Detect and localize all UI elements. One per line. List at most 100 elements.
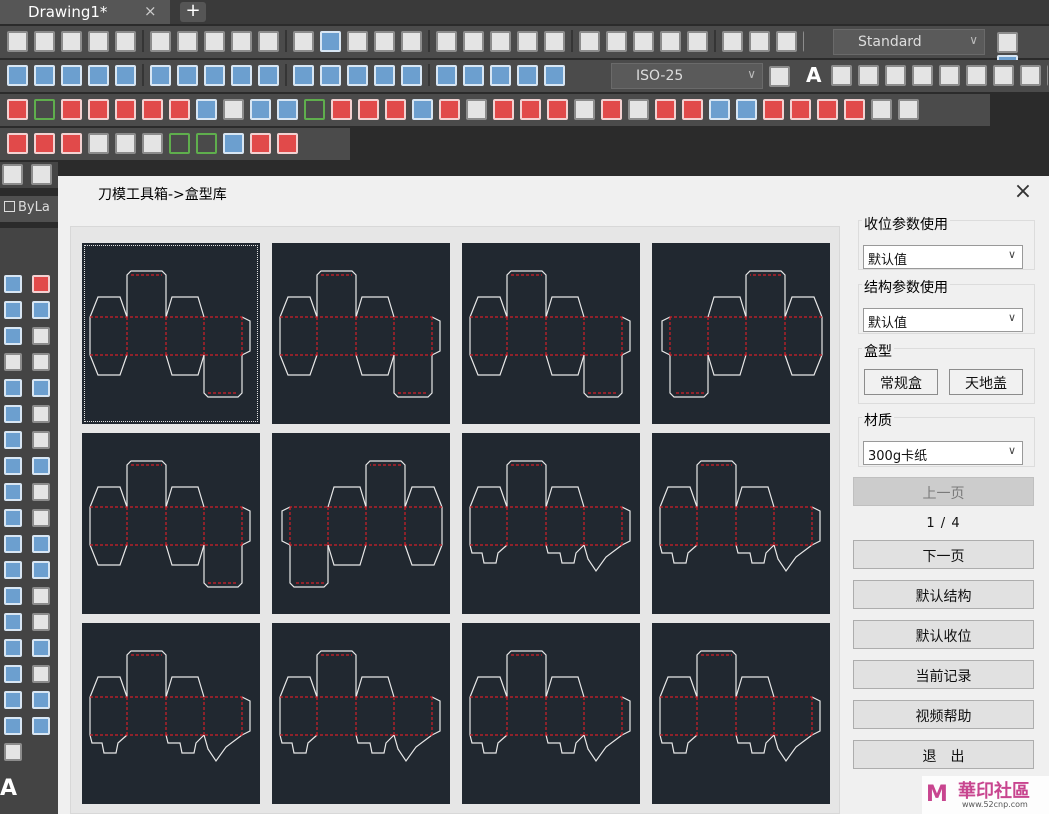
box-tile-lock-bottom-box-2[interactable] bbox=[652, 433, 830, 614]
tool-icon[interactable] bbox=[32, 587, 50, 605]
tool-icon[interactable] bbox=[32, 639, 50, 657]
box-tile-lock-bottom-box-4[interactable] bbox=[272, 623, 450, 804]
tool-icon[interactable] bbox=[749, 31, 770, 52]
tool-icon[interactable] bbox=[142, 99, 163, 120]
tool-icon[interactable] bbox=[231, 65, 252, 86]
box-tile-lock-bottom-box-6[interactable] bbox=[652, 623, 830, 804]
tool-icon[interactable] bbox=[4, 561, 22, 579]
box-tile-tuck-end-box-1[interactable] bbox=[82, 243, 260, 424]
tool-icon[interactable] bbox=[436, 31, 457, 52]
tool-icon[interactable] bbox=[436, 65, 457, 86]
box-tile-tuck-end-box-3[interactable] bbox=[462, 243, 640, 424]
tool-icon[interactable] bbox=[358, 99, 379, 120]
tool-icon[interactable] bbox=[4, 483, 22, 501]
tool-icon[interactable] bbox=[4, 691, 22, 709]
tool-icon[interactable] bbox=[722, 31, 743, 52]
tool-icon[interactable] bbox=[803, 31, 804, 52]
tool-icon[interactable] bbox=[32, 301, 50, 319]
tool-icon[interactable] bbox=[250, 99, 271, 120]
tool-icon[interactable] bbox=[401, 31, 422, 52]
tool-icon[interactable] bbox=[32, 509, 50, 527]
tool-icon[interactable] bbox=[4, 431, 22, 449]
tool-icon[interactable] bbox=[115, 65, 136, 86]
tool-icon[interactable] bbox=[655, 99, 676, 120]
tool-icon[interactable] bbox=[4, 717, 22, 735]
current-record-button[interactable]: 当前记录 bbox=[853, 660, 1034, 689]
tool-icon[interactable] bbox=[32, 327, 50, 345]
tool-icon[interactable] bbox=[466, 99, 487, 120]
box-tile-tuck-end-box-2[interactable] bbox=[272, 243, 450, 424]
video-help-button[interactable]: 视频帮助 bbox=[853, 700, 1034, 729]
tool-icon[interactable] bbox=[34, 133, 55, 154]
tool-icon[interactable] bbox=[858, 65, 879, 86]
tool-icon[interactable] bbox=[817, 99, 838, 120]
dim-style-icon[interactable] bbox=[769, 66, 790, 87]
bulb-icon[interactable] bbox=[31, 164, 53, 185]
tool-icon[interactable] bbox=[32, 275, 50, 293]
tool-icon[interactable] bbox=[871, 99, 892, 120]
next-page-button[interactable]: 下一页 bbox=[853, 540, 1034, 569]
tool-icon[interactable] bbox=[4, 639, 22, 657]
tool-icon[interactable] bbox=[32, 483, 50, 501]
tool-icon[interactable] bbox=[520, 99, 541, 120]
tool-icon[interactable] bbox=[633, 31, 654, 52]
tool-icon[interactable] bbox=[574, 99, 595, 120]
tool-icon[interactable] bbox=[4, 613, 22, 631]
tool-icon[interactable] bbox=[142, 133, 163, 154]
tool-icon[interactable] bbox=[4, 405, 22, 423]
tool-icon[interactable] bbox=[88, 133, 109, 154]
tool-icon[interactable] bbox=[61, 133, 82, 154]
tool-icon[interactable] bbox=[32, 665, 50, 683]
tool-icon[interactable] bbox=[169, 99, 190, 120]
tool-icon[interactable] bbox=[331, 99, 352, 120]
tool-icon[interactable] bbox=[4, 327, 22, 345]
tool-icon[interactable] bbox=[517, 65, 538, 86]
text-style-dropdown[interactable]: Standard ∨ bbox=[833, 29, 985, 55]
tool-icon[interactable] bbox=[517, 31, 538, 52]
tool-icon[interactable] bbox=[4, 457, 22, 475]
tool-icon[interactable] bbox=[463, 65, 484, 86]
default-layout-button[interactable]: 默认收位 bbox=[853, 620, 1034, 649]
tool-icon[interactable] bbox=[277, 99, 298, 120]
layer-manager-icon[interactable] bbox=[2, 164, 23, 185]
tool-icon[interactable] bbox=[412, 99, 433, 120]
tool-icon[interactable] bbox=[966, 65, 987, 86]
tool-icon[interactable] bbox=[939, 65, 960, 86]
prev-page-button[interactable]: 上一页 bbox=[853, 477, 1034, 506]
new-tab-button[interactable]: + bbox=[180, 2, 206, 22]
text-tool-icon[interactable]: A bbox=[0, 776, 17, 801]
lid-box-button[interactable]: 天地盖 bbox=[949, 369, 1023, 395]
tool-icon[interactable] bbox=[223, 133, 244, 154]
tool-icon[interactable] bbox=[32, 379, 50, 397]
text-a-icon[interactable]: A bbox=[806, 63, 821, 87]
tool-icon[interactable] bbox=[709, 99, 730, 120]
tool-icon[interactable] bbox=[347, 31, 368, 52]
material-select[interactable]: 300g卡纸 ∨ bbox=[863, 441, 1023, 465]
tool-icon[interactable] bbox=[463, 31, 484, 52]
tool-icon[interactable] bbox=[204, 31, 225, 52]
tool-icon[interactable] bbox=[61, 31, 82, 52]
tool-icon[interactable] bbox=[547, 99, 568, 120]
tool-icon[interactable] bbox=[293, 65, 314, 86]
tool-icon[interactable] bbox=[628, 99, 649, 120]
tool-icon[interactable] bbox=[490, 31, 511, 52]
tool-icon[interactable] bbox=[177, 31, 198, 52]
tool-icon[interactable] bbox=[196, 133, 217, 154]
box-tile-tuck-end-box-6[interactable] bbox=[272, 433, 450, 614]
tool-icon[interactable] bbox=[293, 31, 314, 52]
tool-icon[interactable] bbox=[544, 31, 565, 52]
tool-icon[interactable] bbox=[439, 99, 460, 120]
regular-box-button[interactable]: 常规盒 bbox=[864, 369, 938, 395]
tool-icon[interactable] bbox=[204, 65, 225, 86]
color-control[interactable]: ByLa bbox=[0, 196, 58, 222]
tool-icon[interactable] bbox=[196, 99, 217, 120]
tool-icon[interactable] bbox=[88, 31, 109, 52]
tool-icon[interactable] bbox=[34, 31, 55, 52]
tool-icon[interactable] bbox=[993, 65, 1014, 86]
tool-icon[interactable] bbox=[4, 587, 22, 605]
tool-icon[interactable] bbox=[4, 379, 22, 397]
tool-icon[interactable] bbox=[912, 65, 933, 86]
tool-icon[interactable] bbox=[374, 31, 395, 52]
box-tile-lock-bottom-box-5[interactable] bbox=[462, 623, 640, 804]
tool-icon[interactable] bbox=[34, 99, 55, 120]
